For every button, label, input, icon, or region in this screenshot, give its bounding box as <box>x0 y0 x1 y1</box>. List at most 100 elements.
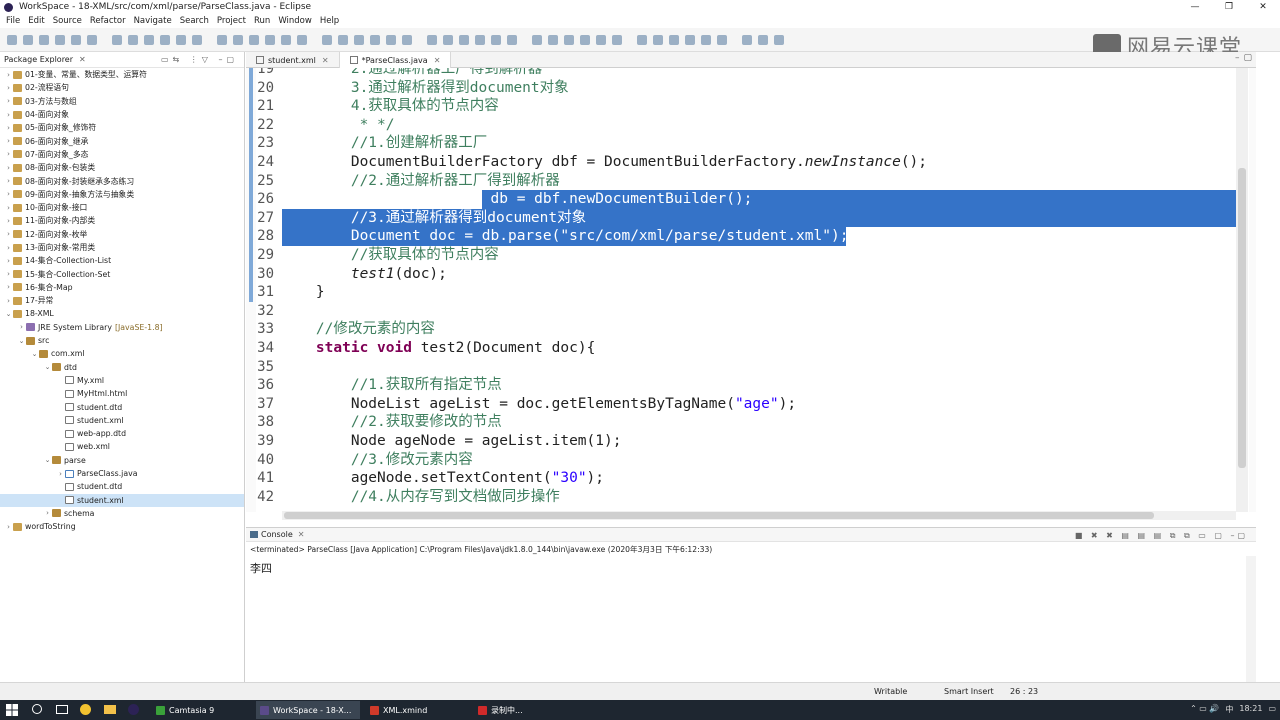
expand-right-icon[interactable]: › <box>43 509 52 517</box>
code-line[interactable]: 35 <box>256 358 1236 377</box>
code-line[interactable]: 20 3.通过解析器得到document对象 <box>256 79 1236 98</box>
tree-item[interactable]: › JRE System Library [JavaSE-1.8] <box>0 321 244 334</box>
toolbar-button-icon[interactable] <box>217 34 227 45</box>
tree-item[interactable]: › 11-面向对象-内部类 <box>0 214 244 227</box>
close-tab-icon[interactable]: ✕ <box>79 55 86 64</box>
expand-right-icon[interactable]: › <box>4 124 13 132</box>
code-line[interactable]: 37 NodeList ageList = doc.getElementsByT… <box>256 395 1236 414</box>
code-line[interactable]: 22 * */ <box>256 116 1236 135</box>
toolbar-button-icon[interactable] <box>112 34 122 45</box>
menu-window[interactable]: Window <box>274 16 316 26</box>
eclipse-taskbar-icon[interactable] <box>128 704 139 715</box>
toolbar-button-icon[interactable] <box>418 35 421 45</box>
tree-item[interactable]: › 09-面向对象-抽象方法与抽象类 <box>0 188 244 201</box>
toolbar-button-icon[interactable] <box>338 34 348 45</box>
file-explorer-icon[interactable] <box>104 705 116 714</box>
tree-item[interactable]: › 15-集合-Collection-Set <box>0 267 244 280</box>
expand-right-icon[interactable]: › <box>4 297 13 305</box>
view-toolbar[interactable]: ▭⇆ ⋮▽ –▢ <box>161 55 244 64</box>
tree-item[interactable]: student.dtd <box>0 400 244 413</box>
close-button[interactable]: ✕ <box>1246 0 1280 14</box>
minimize-button[interactable]: — <box>1178 0 1212 14</box>
tree-item[interactable]: › schema <box>0 507 244 520</box>
expand-down-icon[interactable]: ⌄ <box>4 310 13 318</box>
expand-right-icon[interactable]: › <box>4 190 13 198</box>
tray-icons[interactable]: ⌃ ▭ 🔊 <box>1190 704 1219 715</box>
toolbar-button-icon[interactable] <box>637 34 647 45</box>
toolbar-button-icon[interactable] <box>491 34 501 45</box>
tree-item[interactable]: › 04-面向对象 <box>0 108 244 121</box>
expand-right-icon[interactable]: › <box>4 71 13 79</box>
toolbar-button-icon[interactable] <box>322 34 332 45</box>
expand-right-icon[interactable]: › <box>4 283 13 291</box>
code-line[interactable]: 38 //2.获取要修改的节点 <box>256 413 1236 432</box>
notification-icon[interactable]: ▭ <box>1268 704 1276 715</box>
tree-item[interactable]: › ParseClass.java <box>0 467 244 480</box>
chrome-icon[interactable] <box>80 704 91 715</box>
expand-right-icon[interactable]: › <box>4 230 13 238</box>
expand-right-icon[interactable]: › <box>4 84 13 92</box>
tree-item[interactable]: › 14-集合-Collection-List <box>0 254 244 267</box>
tree-item[interactable]: ⌄ dtd <box>0 361 244 374</box>
toolbar-button-icon[interactable] <box>7 34 17 45</box>
toolbar-button-icon[interactable] <box>532 34 542 45</box>
toolbar-button-icon[interactable] <box>548 34 558 45</box>
tree-item[interactable]: ⌄ src <box>0 334 244 347</box>
console-toolbar[interactable]: ■ ✖ ✖ ▤ ▤ ▤ ⧉ ⧉ ▭ ▢ –▢ <box>1075 531 1248 541</box>
toolbar-button-icon[interactable] <box>144 34 154 45</box>
editor-vertical-scrollbar[interactable] <box>1236 68 1248 512</box>
toolbar-button-icon[interactable] <box>386 34 396 45</box>
toolbar-button-icon[interactable] <box>733 35 736 45</box>
code-line[interactable]: 24 DocumentBuilderFactory dbf = Document… <box>256 153 1236 172</box>
toolbar-button-icon[interactable] <box>669 34 679 45</box>
tree-item[interactable]: › 02-流程语句 <box>0 81 244 94</box>
expand-right-icon[interactable]: › <box>4 217 13 225</box>
code-line[interactable]: 30 test1(doc); <box>256 265 1236 284</box>
expand-right-icon[interactable]: › <box>17 323 26 331</box>
toolbar-button-icon[interactable] <box>160 34 170 45</box>
code-line[interactable]: 19 2.通过解析器工厂得到解析器 <box>256 68 1236 79</box>
toolbar-button-icon[interactable] <box>265 34 275 45</box>
tree-item[interactable]: My.xml <box>0 374 244 387</box>
toolbar-button-icon[interactable] <box>23 34 33 45</box>
toolbar-button-icon[interactable] <box>443 34 453 45</box>
tree-item[interactable]: student.xml <box>0 493 244 507</box>
menu-project[interactable]: Project <box>213 16 250 26</box>
menu-refactor[interactable]: Refactor <box>86 16 130 26</box>
code-line[interactable]: 28 Document doc = db.parse("src/com/xml/… <box>256 227 1236 246</box>
code-line[interactable]: 33 //修改元素的内容 <box>256 320 1236 339</box>
tree-item[interactable]: ⌄ parse <box>0 454 244 467</box>
toolbar-button-icon[interactable] <box>208 35 211 45</box>
code-line[interactable]: 21 4.获取具体的节点内容 <box>256 97 1236 116</box>
tree-item[interactable]: web-app.dtd <box>0 427 244 440</box>
tree-item[interactable]: › 05-面向对象_修饰符 <box>0 121 244 134</box>
toolbar-button-icon[interactable] <box>427 34 437 45</box>
toolbar-button-icon[interactable] <box>313 35 316 45</box>
tree-item[interactable]: › 16-集合-Map <box>0 281 244 294</box>
toolbar-button-icon[interactable] <box>475 34 485 45</box>
close-tab-icon[interactable]: ✕ <box>434 56 441 65</box>
tree-item[interactable]: › 08-面向对象-封装继承多态练习 <box>0 174 244 187</box>
tree-item[interactable]: student.xml <box>0 414 244 427</box>
tree-item[interactable]: › 03-方法与数组 <box>0 95 244 108</box>
code-line[interactable]: 23 //1.创建解析器工厂 <box>256 134 1236 153</box>
toolbar-button-icon[interactable] <box>233 34 243 45</box>
tree-item[interactable]: › wordToString <box>0 520 244 533</box>
close-console-icon[interactable]: ✕ <box>298 530 305 539</box>
expand-right-icon[interactable]: › <box>4 137 13 145</box>
tree-item[interactable]: student.dtd <box>0 480 244 493</box>
taskbar-app[interactable]: XML.xmind <box>366 701 466 719</box>
code-line[interactable]: 26 DocumentBuilder db = dbf.newDocumentB… <box>256 190 1236 209</box>
toolbar-button-icon[interactable] <box>564 34 574 45</box>
expand-down-icon[interactable]: ⌄ <box>43 456 52 464</box>
code-line[interactable]: 34 static void test2(Document doc){ <box>256 339 1236 358</box>
expand-right-icon[interactable]: › <box>4 164 13 172</box>
toolbar-button-icon[interactable] <box>249 34 259 45</box>
windows-start-icon[interactable] <box>6 704 18 716</box>
code-line[interactable]: 40 //3.修改元素内容 <box>256 451 1236 470</box>
tree-item[interactable]: ⌄ com.xml <box>0 347 244 360</box>
toolbar-button-icon[interactable] <box>685 34 695 45</box>
toolbar-button-icon[interactable] <box>580 34 590 45</box>
console-tab[interactable]: Console <box>261 530 293 539</box>
editor-tab[interactable]: student.xml ✕ <box>246 52 340 68</box>
